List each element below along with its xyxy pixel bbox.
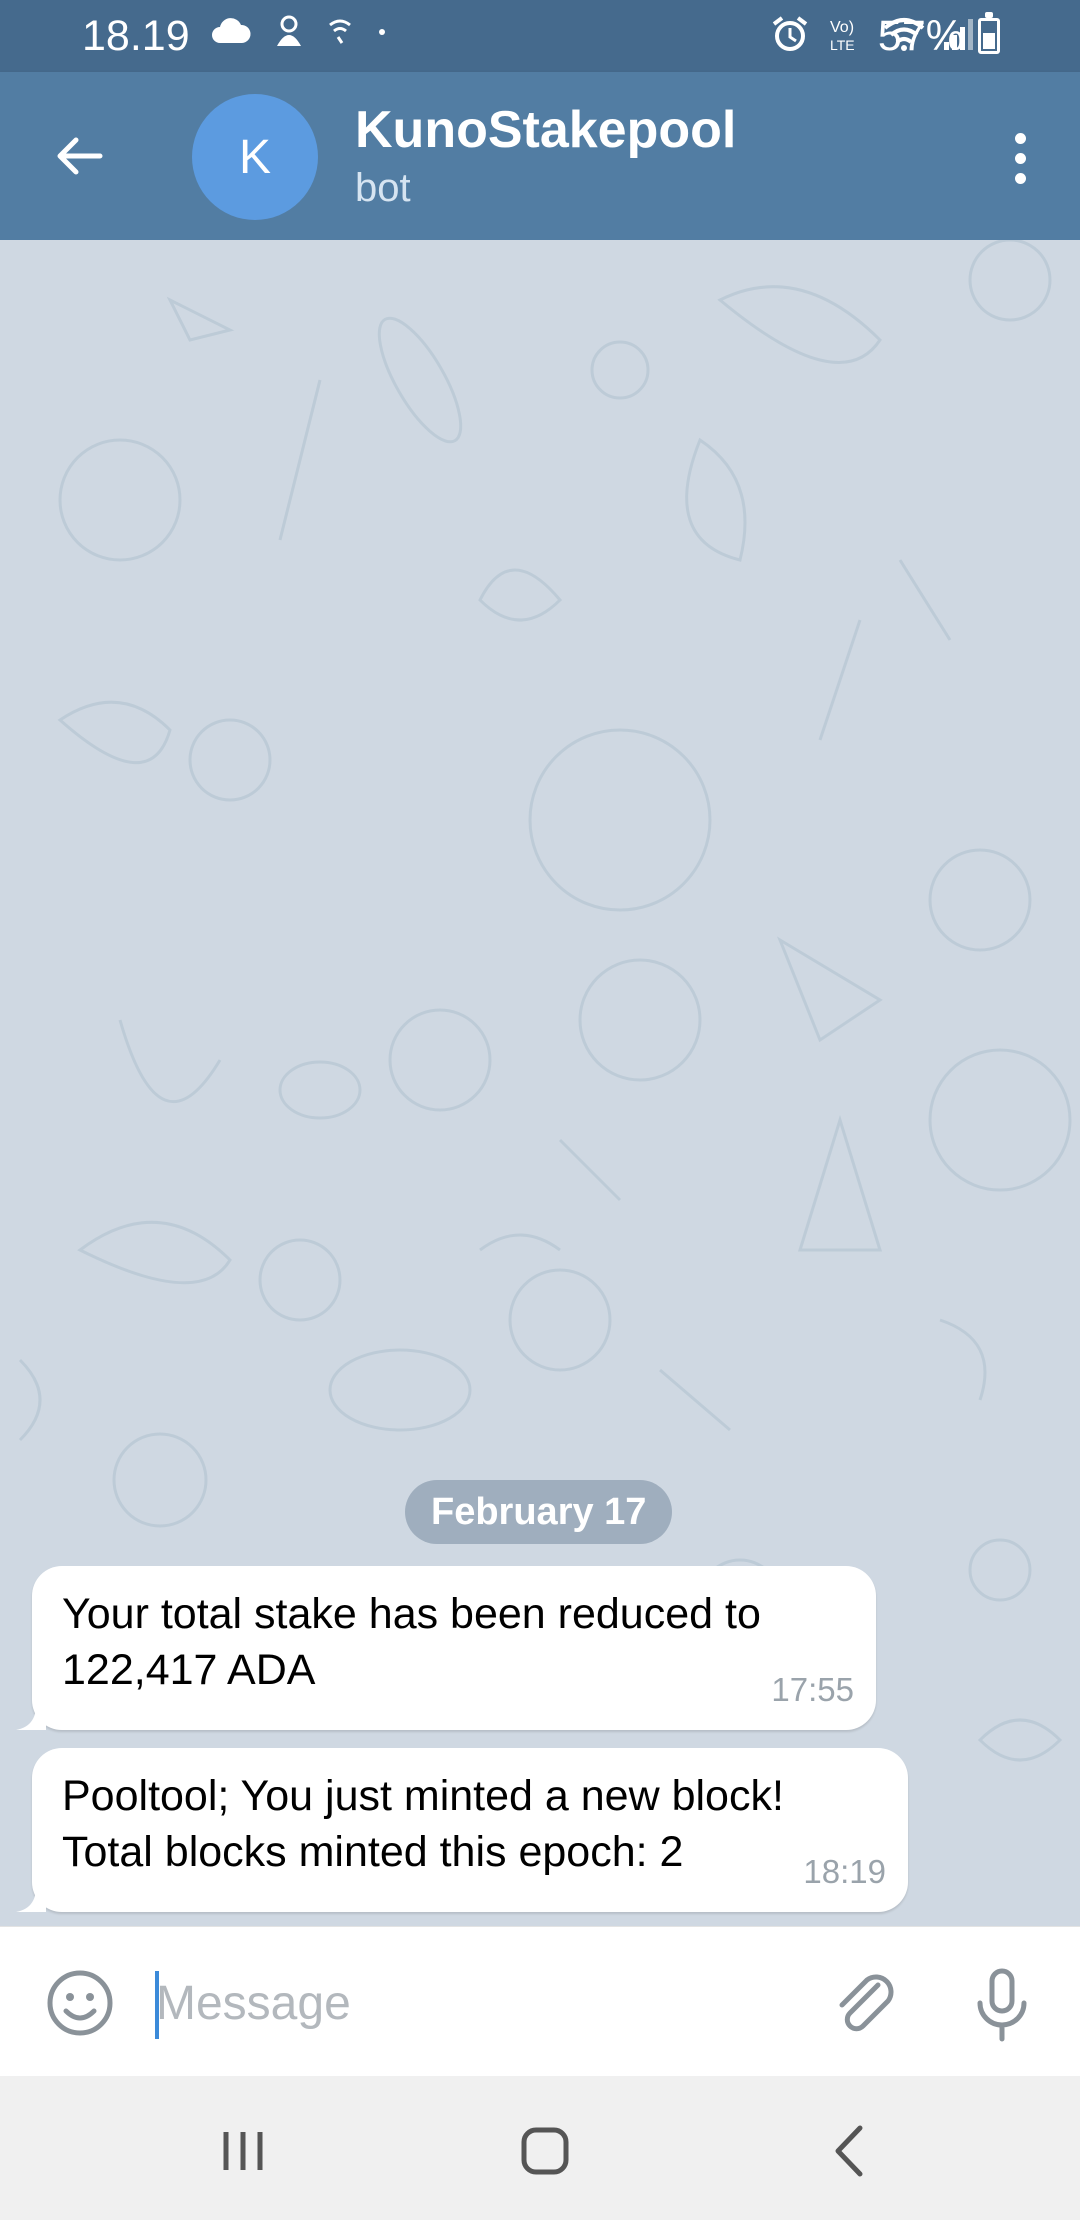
- message-bubble[interactable]: Pooltool; You just minted a new block! T…: [16, 1748, 908, 1912]
- dot-icon: [379, 29, 385, 35]
- svg-text:LTE: LTE: [830, 37, 855, 53]
- bubble-tail: [16, 1700, 46, 1730]
- message-composer: Message: [0, 1926, 1080, 2077]
- message-text: Your total stake has been reduced to 122…: [62, 1590, 761, 1694]
- battery-percent: 57%: [877, 12, 964, 60]
- nav-back-icon[interactable]: [832, 2124, 866, 2178]
- status-time: 18.19: [82, 12, 190, 60]
- message-time: 18:19: [803, 1853, 886, 1890]
- message-time: 17:55: [771, 1671, 854, 1708]
- emoji-button[interactable]: [44, 1967, 116, 2039]
- svg-text:Vo): Vo): [830, 19, 854, 36]
- smiley-icon: [47, 1970, 113, 2036]
- back-button[interactable]: [44, 120, 116, 192]
- bubble-tail: [16, 1882, 46, 1912]
- home-icon[interactable]: [520, 2126, 570, 2176]
- status-bar: 18.19 Vo) LTE 57%: [0, 0, 1080, 72]
- more-vertical-icon-dot: [1014, 172, 1026, 184]
- chat-area[interactable]: February 17 Your total stake has been re…: [0, 240, 1080, 1926]
- chat-title[interactable]: KunoStakepool: [355, 100, 736, 160]
- microphone-button[interactable]: [966, 1965, 1038, 2045]
- arrow-left-icon: [57, 137, 103, 175]
- chat-subtitle: bot: [355, 166, 411, 210]
- notification-icon: [277, 15, 301, 46]
- alarm-icon: [772, 16, 808, 51]
- more-menu-button[interactable]: [990, 118, 1050, 198]
- message-bubble[interactable]: Your total stake has been reduced to 122…: [16, 1566, 876, 1730]
- recent-apps-icon[interactable]: [220, 2128, 266, 2174]
- date-separator: February 17: [405, 1480, 673, 1544]
- message-text: Pooltool; You just minted a new block! T…: [62, 1772, 784, 1876]
- more-vertical-icon: [1014, 132, 1026, 144]
- battery-fill: [983, 33, 995, 49]
- wifi-calling-icon: [329, 19, 351, 44]
- microphone-icon: [977, 1968, 1027, 2042]
- attach-button[interactable]: [826, 1965, 906, 2045]
- paperclip-icon: [839, 1974, 894, 2032]
- avatar[interactable]: K: [192, 94, 318, 220]
- message-input[interactable]: Message: [156, 1969, 776, 2039]
- battery-icon: [978, 12, 1000, 54]
- status-left-icons: [210, 14, 388, 50]
- volte-icon: Vo)LTE: [830, 19, 855, 53]
- cloud-icon: [212, 18, 251, 43]
- more-vertical-icon-dot: [1014, 152, 1026, 164]
- system-nav-bar: [0, 2076, 1080, 2220]
- chat-header: K KunoStakepool bot: [0, 72, 1080, 240]
